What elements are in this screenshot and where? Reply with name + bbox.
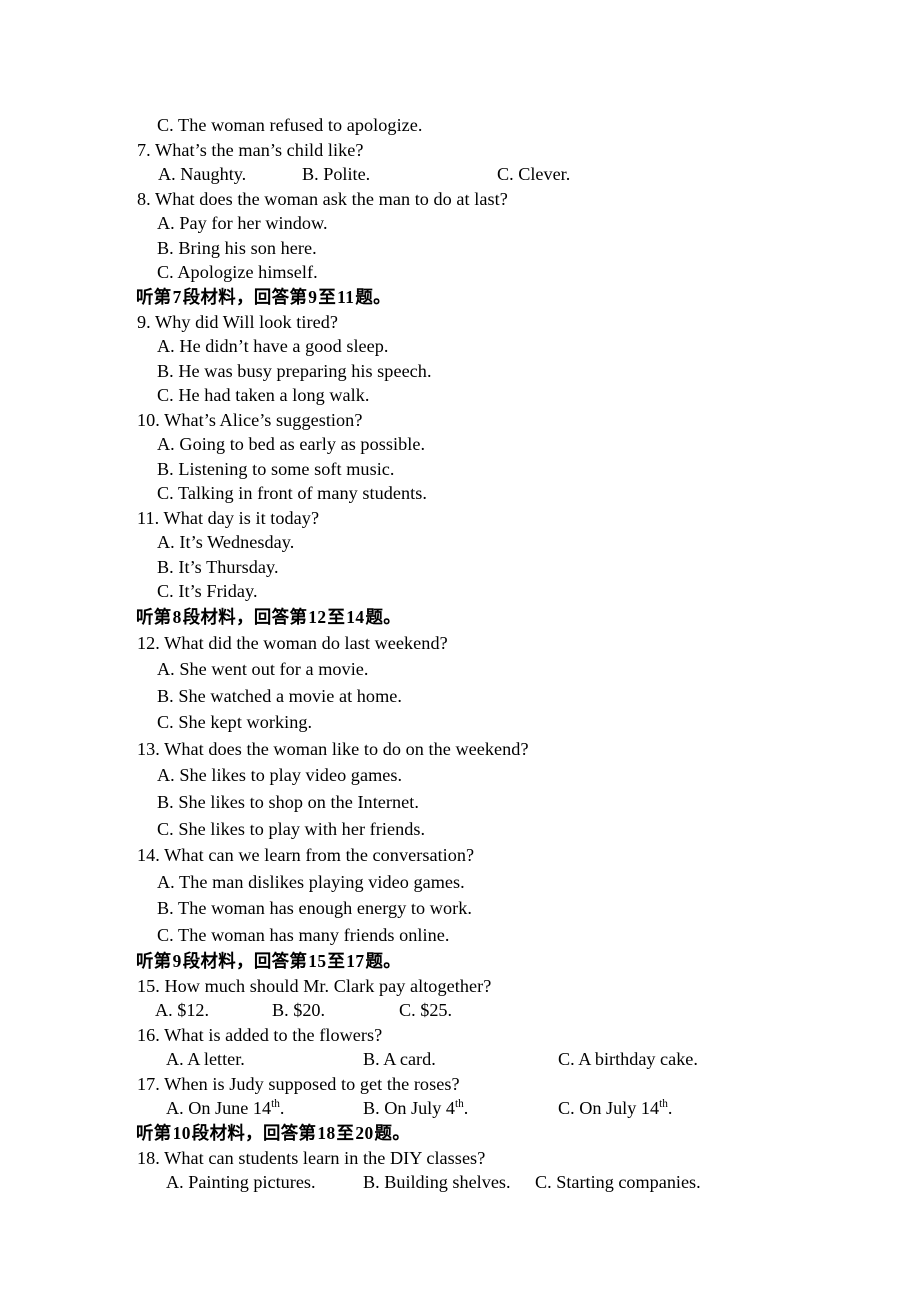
heading-text-to-word: 至: [318, 287, 337, 308]
heading-text-to-word: 至: [327, 951, 346, 972]
option-13-a[interactable]: A. She likes to play video games.: [0, 762, 920, 789]
option-7-c[interactable]: C. Clever.: [497, 162, 570, 187]
option-16-b[interactable]: B. A card.: [363, 1047, 436, 1072]
heading-segment-number: 8: [172, 606, 182, 627]
question-stem-15: 15. How much should Mr. Clark pay altoge…: [137, 975, 492, 996]
question-stem-17: 17. When is Judy supposed to get the ros…: [137, 1073, 460, 1094]
option-row-7: A. Naughty. B. Polite. C. Clever.: [0, 162, 920, 187]
option-13-b[interactable]: B. She likes to shop on the Internet.: [0, 789, 920, 816]
heading-text-pre: 听第: [136, 951, 172, 972]
question-stem-13: 13. What does the woman like to do on th…: [137, 738, 529, 759]
option-17-a[interactable]: A. On June 14th.: [166, 1096, 284, 1121]
option-12-c[interactable]: C. She kept working.: [0, 709, 920, 736]
option-17-a-period: .: [279, 1098, 285, 1119]
heading-text-post: 题。: [355, 287, 391, 308]
option-12-a[interactable]: A. She went out for a movie.: [0, 656, 920, 683]
option-17-c-text: C. On July 14: [558, 1098, 660, 1119]
question-stem-7: 7. What’s the man’s child like?: [137, 139, 364, 160]
option-11-b[interactable]: B. It’s Thursday.: [0, 555, 920, 580]
question-stem-10: 10. What’s Alice’s suggestion?: [137, 409, 363, 430]
question-stem-8: 8. What does the woman ask the man to do…: [137, 188, 508, 209]
question-stem-9: 9. Why did Will look tired?: [137, 311, 338, 332]
option-17-a-text: A. On June 14: [166, 1098, 272, 1119]
option-17-c-period: .: [667, 1098, 673, 1119]
heading-text-pre: 听第: [136, 287, 172, 308]
heading-text-post: 题。: [365, 607, 402, 628]
option-18-c[interactable]: C. Starting companies.: [535, 1170, 701, 1195]
ordinal-suffix: th: [454, 1098, 464, 1111]
question-stem-14: 14. What can we learn from the conversat…: [137, 845, 475, 866]
heading-question-to: 20: [355, 1122, 374, 1143]
section-heading-segment-7: 听第7段材料，回答第9至11题。: [0, 285, 920, 310]
option-11-c[interactable]: C. It’s Friday.: [0, 579, 920, 604]
section-heading-segment-10: 听第10段材料，回答第18至20题。: [0, 1121, 920, 1146]
option-7-b[interactable]: B. Polite.: [302, 162, 370, 187]
exam-page: C. The woman refused to apologize. 7. Wh…: [0, 0, 920, 1302]
heading-question-from: 15: [308, 950, 327, 971]
option-17-b[interactable]: B. On July 4th.: [363, 1096, 468, 1121]
option-12-b[interactable]: B. She watched a movie at home.: [0, 683, 920, 710]
section-heading-segment-8: 听第8段材料，回答第12至14题。: [0, 604, 920, 630]
option-9-c[interactable]: C. He had taken a long walk.: [0, 383, 920, 408]
option-17-b-period: .: [463, 1098, 469, 1119]
question-stem-12: 12. What did the woman do last weekend?: [137, 632, 448, 653]
heading-question-from: 12: [308, 606, 327, 627]
option-row-15: A. $12. B. $20. C. $25.: [0, 998, 920, 1023]
heading-segment-number: 10: [172, 1122, 191, 1143]
ordinal-suffix: th: [271, 1098, 280, 1111]
heading-question-from: 9: [308, 286, 318, 307]
option-15-b[interactable]: B. $20.: [272, 998, 325, 1023]
question-stem-18: 18. What can students learn in the DIY c…: [137, 1147, 486, 1168]
question-stem-16: 16. What is added to the flowers?: [137, 1024, 383, 1045]
heading-question-from: 18: [317, 1122, 336, 1143]
option-18-a[interactable]: A. Painting pictures.: [166, 1170, 316, 1195]
option-10-c[interactable]: C. Talking in front of many students.: [0, 481, 920, 506]
option-row-18: A. Painting pictures. B. Building shelve…: [0, 1170, 920, 1195]
heading-text-post: 题。: [365, 951, 402, 972]
heading-segment-number: 9: [172, 950, 182, 971]
option-15-a[interactable]: A. $12.: [155, 998, 209, 1023]
option-10-a[interactable]: A. Going to bed as early as possible.: [0, 432, 920, 457]
heading-text-mid: 段材料，回答第: [182, 951, 308, 972]
option-row-17: A. On June 14th. B. On July 4th. C. On J…: [0, 1096, 920, 1121]
option-14-b[interactable]: B. The woman has enough energy to work.: [0, 895, 920, 922]
page-content: C. The woman refused to apologize. 7. Wh…: [0, 113, 920, 1195]
option-8-c[interactable]: C. Apologize himself.: [0, 260, 920, 285]
option-10-b[interactable]: B. Listening to some soft music.: [0, 457, 920, 482]
heading-text-mid: 段材料，回答第: [182, 607, 308, 628]
ordinal-suffix: th: [659, 1098, 668, 1111]
heading-text-to-word: 至: [336, 1123, 355, 1144]
option-16-c[interactable]: C. A birthday cake.: [558, 1047, 698, 1072]
option-17-b-text: B. On July 4: [363, 1098, 455, 1119]
heading-text-to-word: 至: [327, 607, 346, 628]
option-7-a[interactable]: A. Naughty.: [158, 162, 246, 187]
heading-segment-number: 7: [172, 286, 182, 307]
option-13-c[interactable]: C. She likes to play with her friends.: [0, 816, 920, 843]
option-17-c[interactable]: C. On July 14th.: [558, 1096, 672, 1121]
heading-text-pre: 听第: [136, 607, 172, 628]
heading-question-to: 14: [346, 606, 365, 627]
option-8-b[interactable]: B. Bring his son here.: [0, 236, 920, 261]
question-stem-11: 11. What day is it today?: [137, 507, 320, 528]
option-18-b[interactable]: B. Building shelves.: [363, 1170, 511, 1195]
heading-text-pre: 听第: [136, 1123, 172, 1144]
option-14-c[interactable]: C. The woman has many friends online.: [0, 922, 920, 949]
option-line: C. The woman refused to apologize.: [157, 115, 423, 135]
option-16-a[interactable]: A. A letter.: [166, 1047, 245, 1072]
option-11-a[interactable]: A. It’s Wednesday.: [0, 530, 920, 555]
option-14-a[interactable]: A. The man dislikes playing video games.: [0, 869, 920, 896]
heading-text-mid: 段材料，回答第: [182, 287, 308, 308]
option-9-b[interactable]: B. He was busy preparing his speech.: [0, 359, 920, 384]
option-8-a[interactable]: A. Pay for her window.: [0, 211, 920, 236]
section-heading-segment-9: 听第9段材料，回答第15至17题。: [0, 949, 920, 974]
option-9-a[interactable]: A. He didn’t have a good sleep.: [0, 334, 920, 359]
option-row-16: A. A letter. B. A card. C. A birthday ca…: [0, 1047, 920, 1072]
heading-text-mid: 段材料，回答第: [191, 1123, 317, 1144]
heading-text-post: 题。: [374, 1123, 411, 1144]
heading-question-to: 11: [337, 286, 355, 307]
heading-question-to: 17: [346, 950, 365, 971]
option-15-c[interactable]: C. $25.: [399, 998, 452, 1023]
